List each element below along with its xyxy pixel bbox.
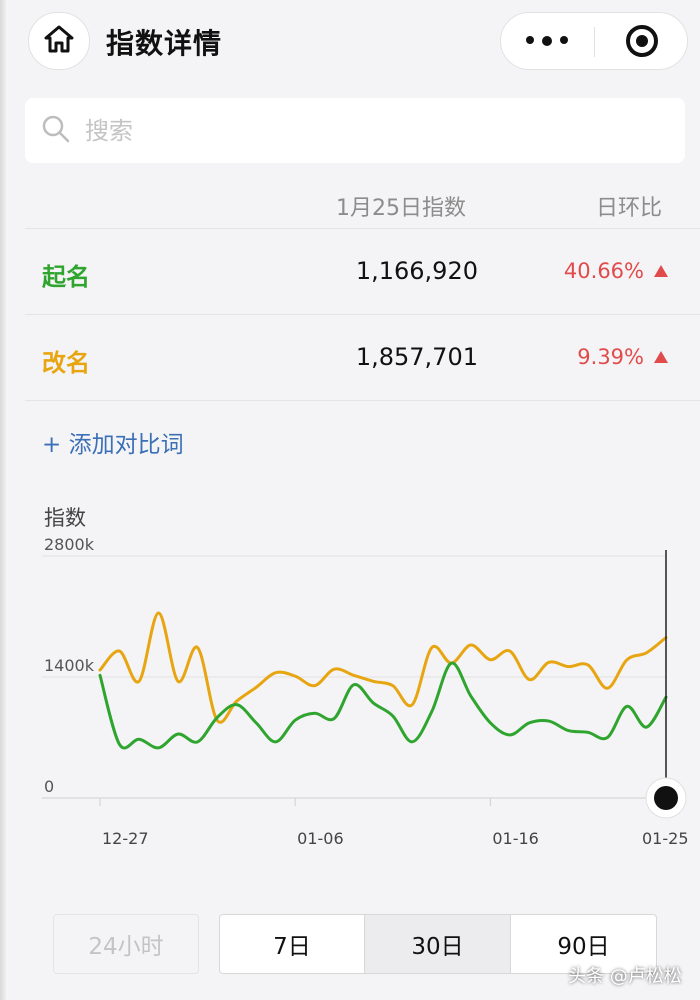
period-label: 24小时 xyxy=(88,934,164,960)
watermark: 头条 @卢松松 xyxy=(568,966,682,987)
period-label: 7日 xyxy=(273,934,311,960)
change-value: 9.39% xyxy=(577,345,668,369)
table-row-gaiming[interactable]: 改名 1,857,701 9.39% xyxy=(25,315,700,401)
series-line-0 xyxy=(98,611,668,724)
period-button-30d[interactable]: 30日 xyxy=(364,914,511,974)
search-icon xyxy=(41,114,71,148)
x-tick-label: 01-16 xyxy=(492,829,539,848)
home-icon xyxy=(44,25,74,57)
period-button-24h[interactable]: 24小时 xyxy=(53,914,199,974)
y-tick-label: 0 xyxy=(44,777,54,796)
target-icon xyxy=(626,25,658,57)
keyword-label: 改名 xyxy=(42,349,90,377)
y-tick-label: 2800k xyxy=(44,535,95,554)
triangle-up-icon xyxy=(654,265,668,277)
period-button-7d[interactable]: 7日 xyxy=(219,914,365,974)
more-dots-icon xyxy=(522,36,572,46)
column-header-index: 1月25日指数 xyxy=(336,196,466,221)
search-input[interactable] xyxy=(85,116,645,145)
x-tick-label: 01-06 xyxy=(297,829,344,848)
header: 指数详情 xyxy=(0,0,700,85)
capsule-divider xyxy=(594,27,595,57)
more-button[interactable] xyxy=(501,13,593,69)
home-button[interactable] xyxy=(28,12,90,70)
page-title: 指数详情 xyxy=(106,27,223,60)
index-value: 1,857,701 xyxy=(355,343,478,371)
add-compare-word-link[interactable]: + 添加对比词 xyxy=(42,425,184,459)
cursor-handle xyxy=(654,786,678,810)
index-value: 1,166,920 xyxy=(355,257,478,285)
change-percent: 40.66% xyxy=(563,259,644,283)
x-tick-label: 01-25 xyxy=(642,829,689,848)
y-tick-label: 1400k xyxy=(44,656,95,675)
period-label: 30日 xyxy=(411,934,464,960)
change-percent: 9.39% xyxy=(577,345,644,369)
close-mini-program-button[interactable] xyxy=(596,13,688,69)
line-chart-svg[interactable]: 2800k 1400k 0 12-27 01-06 01-16 01-25 xyxy=(0,490,700,870)
column-header-change: 日环比 xyxy=(596,196,663,221)
index-chart: 指数 2800k 1400k 0 12-27 01-06 01-16 01-25 xyxy=(0,490,700,870)
change-value: 40.66% xyxy=(564,259,668,283)
triangle-up-icon xyxy=(654,351,668,363)
keyword-label: 起名 xyxy=(42,263,90,291)
mini-program-capsule xyxy=(500,12,688,70)
period-label: 90日 xyxy=(557,934,610,960)
x-tick-label: 12-27 xyxy=(102,829,149,848)
search-bar[interactable] xyxy=(25,98,685,163)
table-row-qiming[interactable]: 起名 1,166,920 40.66% xyxy=(25,229,700,315)
